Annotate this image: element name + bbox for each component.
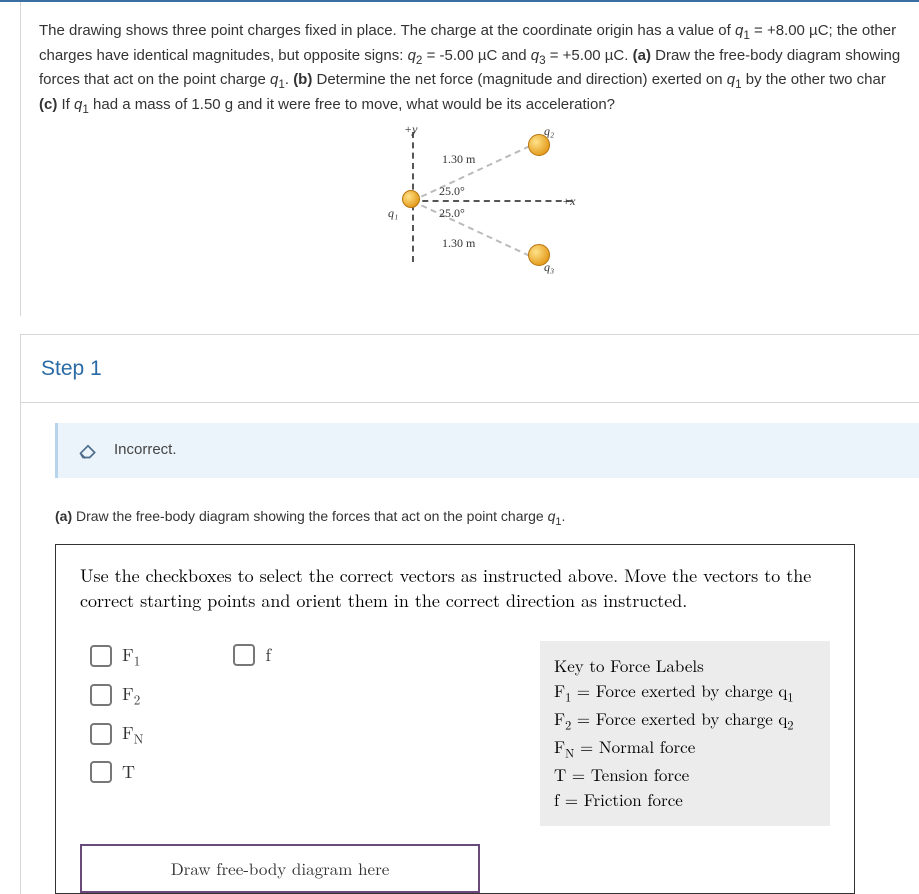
key-item: F1 = Force exerted by charge q1 [554, 678, 812, 706]
key-item: T = Tension force [554, 762, 812, 787]
question-card: The drawing shows three point charges fi… [20, 2, 919, 316]
force-key-box: Key to Force Labels F1 = Force exerted b… [540, 641, 830, 825]
checkbox[interactable] [90, 761, 112, 783]
q-line1a: The drawing shows three point charges fi… [39, 22, 735, 39]
eraser-icon [78, 441, 98, 459]
key-item: FN = Normal force [554, 734, 812, 762]
step-title: Step 1 [21, 335, 919, 404]
vector-checkbox-T[interactable]: T [90, 758, 143, 785]
vector-checkbox-f[interactable]: f [233, 641, 271, 668]
checkbox[interactable] [90, 684, 112, 706]
charge-diagram: +y +x q₁ q₂ q₃ 1.30 m 1.30 m 25.0° 25.0° [39, 118, 919, 294]
part-a-instruction: (a) Draw the free-body diagram showing t… [55, 506, 919, 530]
checkbox[interactable] [233, 644, 255, 666]
question-text: The drawing shows three point charges fi… [39, 20, 919, 118]
checkbox[interactable] [90, 723, 112, 745]
free-body-diagram-widget: Use the checkboxes to select the correct… [55, 544, 855, 894]
key-item: f = Friction force [554, 787, 812, 812]
checkbox[interactable] [90, 645, 112, 667]
step-card: Step 1 Incorrect. (a) Draw the free-body… [20, 334, 919, 894]
vector-checkbox-F1[interactable]: F1 [90, 641, 143, 670]
vector-checkbox-FN[interactable]: FN [90, 719, 143, 748]
vector-checkbox-area: F1 F2 FN T f [80, 641, 520, 785]
incorrect-alert: Incorrect. [55, 423, 919, 478]
fbd-instructions: Use the checkboxes to select the correct… [80, 563, 830, 613]
key-title: Key to Force Labels [554, 653, 812, 678]
draw-fbd-area[interactable]: Draw free-body diagram here [80, 844, 480, 894]
alert-text: Incorrect. [114, 439, 177, 462]
key-item: F2 = Force exerted by charge q2 [554, 706, 812, 734]
vector-checkbox-F2[interactable]: F2 [90, 680, 143, 709]
